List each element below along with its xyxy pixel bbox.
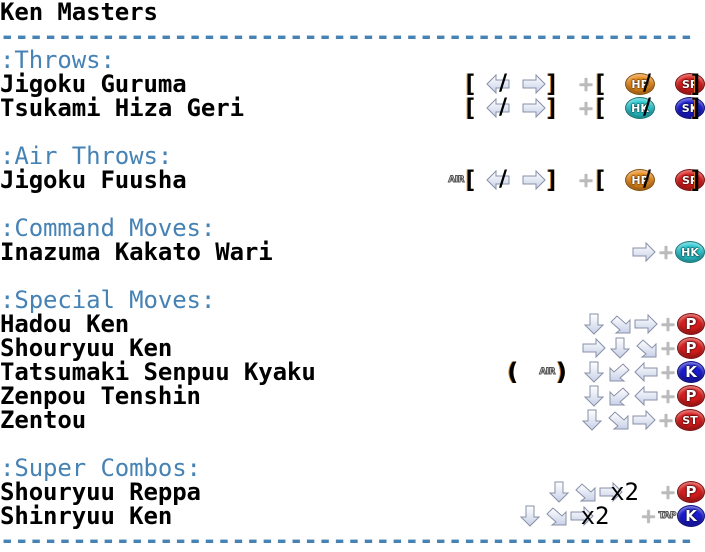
move-input: ( AIR ) + K [507, 360, 705, 384]
move-name: Inazuma Kakato Wari [0, 238, 273, 266]
p-button-icon: P [677, 385, 705, 407]
move-input: + P [581, 384, 705, 408]
arrow-forward-icon [521, 169, 547, 191]
slash-icon: / [642, 167, 652, 192]
character-name: Ken Masters [0, 0, 158, 26]
arrow-down-forward-icon [572, 481, 598, 503]
move-name: Jigoku Fuusha [0, 166, 187, 194]
move-input: x2 + TAP K [517, 504, 705, 528]
section-header-special-moves: :Special Moves: [0, 286, 216, 314]
bracket-open-icon: [ [462, 70, 478, 98]
arrow-forward-icon [521, 73, 547, 95]
times-two-label: x2 [580, 502, 610, 530]
section-header-air-throws: :Air Throws: [0, 142, 173, 170]
section-header-command-moves: :Command Moves: [0, 214, 216, 242]
arrow-down-icon [581, 385, 607, 407]
bracket-open-icon: [ [592, 70, 608, 98]
arrow-down-icon [517, 505, 543, 527]
slash-icon: / [642, 95, 652, 120]
hk-button-icon: HK [675, 241, 705, 263]
move-input: + HK [631, 240, 705, 264]
arrow-down-icon [581, 313, 607, 335]
p-button-icon: P [677, 313, 705, 335]
slash-icon: / [498, 95, 508, 120]
paren-open-icon: ( [507, 358, 519, 386]
plus-icon: + [659, 384, 677, 408]
move-name: Hadou Ken [0, 310, 130, 338]
arrow-back-icon [633, 385, 659, 407]
move-input: [ / ] + [ HP / SP ] [462, 70, 705, 98]
arrow-down-forward-icon [543, 505, 569, 527]
bracket-open-icon: [ [462, 94, 478, 122]
bracket-close-icon: ] [544, 70, 560, 98]
k-button-icon: K [677, 361, 705, 383]
slash-icon: / [498, 71, 508, 96]
plus-icon: + [659, 312, 677, 336]
move-name: Shinryuu Ken [0, 502, 173, 530]
move-input: + P [581, 336, 705, 360]
bracket-close-icon: ] [688, 166, 704, 194]
slash-icon: / [498, 167, 508, 192]
section-header-throws: :Throws: [0, 46, 115, 74]
separator-bottom: ----------------------------------------… [0, 528, 694, 552]
move-name: Shouryuu Ken [0, 334, 173, 362]
arrow-down-icon [581, 361, 607, 383]
plus-icon: + [657, 408, 675, 432]
arrow-forward-icon [633, 313, 659, 335]
bracket-open-icon: [ [592, 166, 608, 194]
slash-icon: / [642, 71, 652, 96]
arrow-forward-icon [631, 241, 657, 263]
plus-icon: + [640, 504, 657, 528]
arrow-back-icon [633, 361, 659, 383]
k-button-icon: K [677, 505, 705, 527]
move-input: + ST [579, 408, 705, 432]
paren-close-icon: ) [556, 358, 567, 386]
bracket-open-icon: [ [462, 166, 478, 194]
tap-icon: TAP [658, 511, 677, 522]
section-header-super-combos: :Super Combos: [0, 454, 201, 482]
arrow-down-icon [607, 337, 633, 359]
arrow-down-back-icon [607, 385, 633, 407]
move-name: Tsukami Hiza Geri [0, 94, 244, 122]
bracket-close-icon: ] [688, 70, 704, 98]
move-input: + P [581, 312, 705, 336]
arrow-down-icon [579, 409, 605, 431]
move-name: Zenpou Tenshin [0, 382, 201, 410]
arrow-down-forward-icon [605, 409, 631, 431]
times-two-label: x2 [610, 478, 639, 506]
arrow-forward-icon [581, 337, 607, 359]
move-name: Shouryuu Reppa [0, 478, 201, 506]
move-input: AIR [ / ] + [ HP / SP ] [447, 168, 705, 192]
bracket-close-icon: ] [688, 94, 704, 122]
move-name: Jigoku Guruma [0, 70, 187, 98]
arrow-forward-icon [631, 409, 657, 431]
plus-icon: + [659, 480, 677, 504]
arrow-forward-icon [521, 97, 547, 119]
bracket-close-icon: ] [544, 166, 560, 194]
bracket-close-icon: ] [544, 94, 560, 122]
arrow-down-forward-icon [607, 313, 633, 335]
arrow-down-icon [546, 481, 572, 503]
arrow-down-forward-icon [633, 337, 659, 359]
st-button-icon: ST [675, 409, 705, 431]
plus-icon: + [657, 240, 675, 264]
bracket-open-icon: [ [592, 94, 608, 122]
air-icon: AIR [539, 367, 556, 378]
separator-top: ----------------------------------------… [0, 24, 694, 48]
p-button-icon: P [677, 481, 705, 503]
arrow-down-back-icon [607, 361, 633, 383]
move-name: Tatsumaki Senpuu Kyaku [0, 358, 316, 386]
move-input: [ / ] + [ HK / SK ] [462, 94, 705, 122]
plus-icon: + [659, 336, 677, 360]
move-input: x2 + P [546, 480, 705, 504]
plus-icon: + [659, 360, 677, 384]
move-name: Zentou [0, 406, 87, 434]
p-button-icon: P [677, 337, 705, 359]
